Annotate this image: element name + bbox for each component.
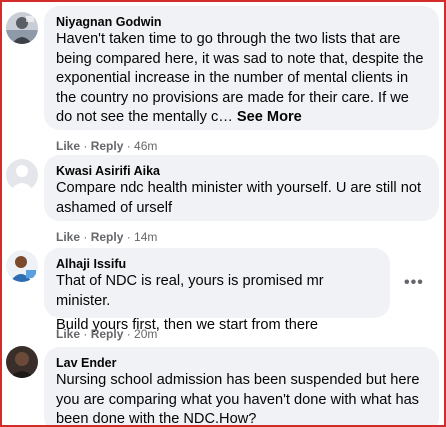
- comment-line: exponential increase in the number of me…: [56, 70, 409, 86]
- avatar[interactable]: [6, 250, 38, 282]
- comment-timestamp[interactable]: 14m: [134, 230, 157, 244]
- separator: ·: [123, 230, 135, 244]
- comment-actions: Like · Reply · 20m: [56, 327, 157, 341]
- comment-author[interactable]: Lav Ender: [56, 355, 427, 371]
- separator: ·: [80, 230, 91, 244]
- comment-bubble: Lav Ender Nursing school admission has b…: [44, 347, 439, 427]
- comment-line: ashamed of urself: [56, 199, 173, 216]
- comment-bubble: Kwasi Asirifi Aika Compare ndc health mi…: [44, 155, 439, 221]
- comment-author[interactable]: Alhaji Issifu: [56, 256, 378, 272]
- reply-link[interactable]: Reply: [91, 230, 124, 244]
- avatar[interactable]: [6, 159, 38, 191]
- like-link[interactable]: Like: [56, 327, 80, 341]
- comment-bubble: Niyagnan Godwin Haven't taken time to go…: [44, 6, 439, 130]
- comment-line: Compare ndc health minister with yoursel…: [56, 180, 421, 196]
- comment-timestamp[interactable]: 20m: [134, 327, 157, 341]
- comment-timestamp[interactable]: 46m: [134, 139, 157, 153]
- like-link[interactable]: Like: [56, 230, 80, 244]
- avatar[interactable]: [6, 12, 38, 44]
- comment-line: That of NDC is real, yours is promised m…: [56, 273, 324, 309]
- comment-actions: Like · Reply · 14m: [56, 230, 157, 244]
- reply-link[interactable]: Reply: [91, 139, 124, 153]
- comment-line: being compared here, it was sad to note …: [56, 50, 424, 67]
- comment-author[interactable]: Niyagnan Godwin: [56, 14, 427, 30]
- separator: ·: [80, 327, 91, 341]
- separator: ·: [80, 139, 91, 153]
- more-options-icon[interactable]: •••: [404, 274, 424, 292]
- comment-truncated-text: do not see the mentally c…: [56, 109, 233, 125]
- comment-line: Haven't taken time to go through the two…: [56, 31, 401, 47]
- separator: ·: [123, 327, 135, 341]
- avatar[interactable]: [6, 346, 38, 378]
- comment-line: the country no provisions are made for t…: [56, 89, 409, 106]
- comment-actions: Like · Reply · 46m: [56, 139, 157, 153]
- comment-bubble: Alhaji Issifu That of NDC is real, yours…: [44, 248, 390, 333]
- see-more-link[interactable]: See More: [237, 109, 302, 125]
- comment-line: been done with the NDC.How?: [56, 411, 257, 427]
- comment-line-last: do not see the mentally c… See More: [56, 108, 427, 128]
- comment-line: you are comparing what you haven't done …: [56, 391, 419, 408]
- reply-link[interactable]: Reply: [91, 327, 124, 341]
- comment-author[interactable]: Kwasi Asirifi Aika: [56, 163, 427, 179]
- comments-panel: Niyagnan Godwin Haven't taken time to go…: [0, 0, 446, 427]
- separator: ·: [123, 139, 135, 153]
- like-link[interactable]: Like: [56, 139, 80, 153]
- comment-line: Nursing school admission has been suspen…: [56, 372, 420, 388]
